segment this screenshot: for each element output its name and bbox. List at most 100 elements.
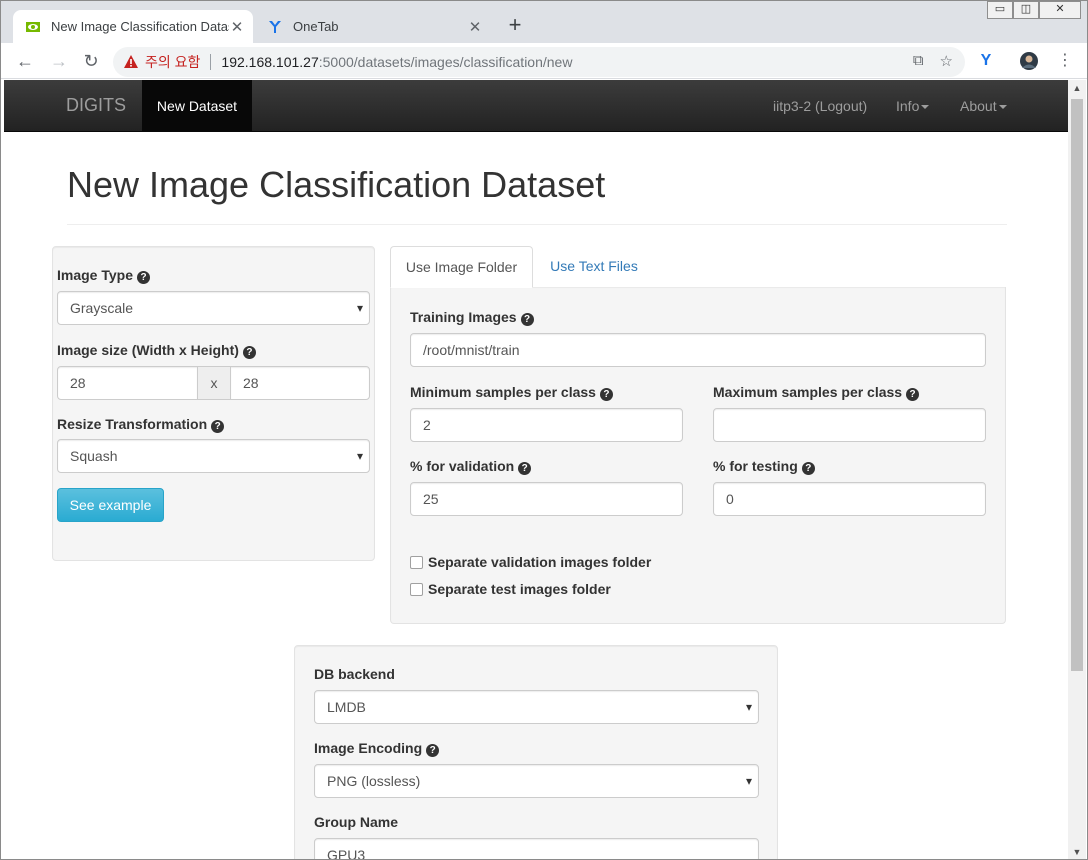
new-tab-button[interactable]: +: [503, 13, 527, 37]
app-navbar: DIGITS New Dataset iitp3-2 (Logout) Info…: [4, 80, 1068, 132]
testing-percent-input[interactable]: 0: [713, 482, 986, 516]
title-divider: [67, 224, 1007, 225]
training-images-label-text: Training Images: [410, 309, 517, 325]
page-title: New Image Classification Dataset: [67, 164, 606, 205]
min-samples-input[interactable]: 2: [410, 408, 683, 442]
help-icon[interactable]: ?: [242, 346, 256, 359]
tab-close-icon[interactable]: ✕: [229, 18, 245, 36]
help-icon[interactable]: ?: [426, 744, 440, 757]
address-bar[interactable]: 주의 요함 192.168.101.27:5000/datasets/image…: [113, 47, 965, 77]
group-name-label: Group Name: [314, 814, 399, 830]
bookmark-star-icon[interactable]: ☆: [940, 52, 953, 70]
nav-about-label: About: [960, 98, 997, 114]
validation-percent-input[interactable]: 25: [410, 482, 683, 516]
window-controls: ▭ ◫ ✕: [987, 1, 1081, 19]
url-host: 192.168.101.27: [221, 54, 319, 70]
separate-test-option[interactable]: Separate test images folder: [410, 581, 611, 597]
forward-icon[interactable]: →: [47, 49, 71, 73]
help-icon[interactable]: ?: [137, 271, 150, 284]
caret-down-icon: [921, 105, 930, 110]
min-samples-label: Minimum samples per class?: [410, 384, 613, 401]
browser-toolbar: ← → ↻ 주의 요함 192.168.101.27:5000/datasets…: [1, 43, 1087, 79]
image-width-input[interactable]: 28: [57, 366, 198, 400]
max-samples-label: Maximum samples per class?: [713, 384, 920, 401]
db-backend-label: DB backend: [314, 666, 395, 682]
help-icon[interactable]: ?: [906, 388, 920, 401]
restore-button[interactable]: ◫: [1013, 1, 1039, 19]
address-separator: [210, 54, 212, 70]
translate-icon[interactable]: ⧉: [913, 52, 924, 70]
separate-validation-checkbox[interactable]: [410, 555, 423, 569]
resize-label-text: Resize Transformation: [57, 416, 208, 432]
testing-label-text: % for testing: [713, 458, 798, 474]
image-encoding-select[interactable]: PNG (lossless): [314, 764, 759, 798]
nav-about-dropdown[interactable]: About: [960, 98, 1007, 114]
size-separator: x: [197, 366, 231, 400]
training-images-label: Training Images?: [410, 309, 534, 326]
close-window-button[interactable]: ✕: [1039, 1, 1081, 19]
help-icon[interactable]: ?: [211, 420, 225, 433]
max-samples-label-text: Maximum samples per class: [713, 384, 903, 400]
source-tabs: Use Image Folder Use Text Files: [390, 246, 1006, 288]
image-encoding-label: Image Encoding?: [314, 740, 440, 757]
nvidia-favicon-icon: [26, 21, 40, 32]
training-images-input[interactable]: /root/mnist/train: [410, 333, 986, 367]
tab-title: OneTab: [293, 19, 339, 34]
image-size-label: Image size (Width x Height)?: [57, 342, 256, 359]
nav-info-label: Info: [896, 98, 920, 114]
see-example-button[interactable]: See example: [57, 488, 164, 522]
tab-use-text-files[interactable]: Use Text Files: [538, 246, 650, 288]
onetab-extension-icon[interactable]: Y: [976, 51, 996, 71]
image-type-select[interactable]: Grayscale: [57, 291, 370, 325]
max-samples-input[interactable]: [713, 408, 986, 442]
separate-test-checkbox[interactable]: [410, 582, 423, 596]
db-backend-select[interactable]: LMDB: [314, 690, 759, 724]
help-icon[interactable]: ?: [520, 313, 534, 326]
avatar-icon: [1020, 52, 1038, 70]
menu-dots-icon[interactable]: ⋮: [1055, 51, 1075, 71]
brand-logo[interactable]: DIGITS: [66, 95, 126, 116]
separate-validation-option[interactable]: Separate validation images folder: [410, 554, 651, 570]
scroll-down-arrow-icon[interactable]: ▼: [1068, 844, 1086, 859]
reload-icon[interactable]: ↻: [79, 49, 103, 73]
resize-label: Resize Transformation?: [57, 416, 225, 433]
image-height-input[interactable]: 28: [230, 366, 370, 400]
profile-avatar[interactable]: [1019, 51, 1039, 71]
tab-onetab[interactable]: OneTab ✕: [255, 10, 491, 43]
nav-new-dataset[interactable]: New Dataset: [142, 80, 252, 132]
browser-window: New Image Classification Datase ✕ OneTab…: [0, 0, 1088, 860]
min-samples-label-text: Minimum samples per class: [410, 384, 596, 400]
warning-icon: [124, 55, 138, 68]
tab-new-dataset[interactable]: New Image Classification Datase ✕: [13, 10, 253, 43]
address-actions: ⧉ ☆: [913, 52, 953, 70]
image-encoding-label-text: Image Encoding: [314, 740, 423, 756]
page-scrollbar[interactable]: ▲ ▼: [1068, 80, 1086, 859]
url-path: :5000/datasets/images/classification/new: [318, 54, 573, 70]
separate-test-label: Separate test images folder: [428, 581, 611, 597]
onetab-favicon-icon: [269, 20, 281, 33]
image-type-label: Image Type?: [57, 267, 150, 284]
caret-down-icon: [998, 105, 1007, 110]
resize-select[interactable]: Squash: [57, 439, 370, 473]
scroll-up-arrow-icon[interactable]: ▲: [1068, 80, 1086, 97]
security-warning[interactable]: 주의 요함: [145, 52, 200, 72]
nav-info-dropdown[interactable]: Info: [896, 98, 930, 114]
page-viewport: DIGITS New Dataset iitp3-2 (Logout) Info…: [4, 80, 1068, 859]
help-icon[interactable]: ?: [801, 462, 815, 475]
image-size-label-text: Image size (Width x Height): [57, 342, 239, 358]
group-name-input[interactable]: GPU3: [314, 838, 759, 859]
separate-validation-label: Separate validation images folder: [428, 554, 652, 570]
tab-close-icon[interactable]: ✕: [467, 18, 483, 36]
help-icon[interactable]: ?: [599, 388, 613, 401]
validation-label-text: % for validation: [410, 458, 515, 474]
scrollbar-thumb[interactable]: [1071, 99, 1083, 671]
validation-label: % for validation?: [410, 458, 532, 475]
tab-use-image-folder[interactable]: Use Image Folder: [390, 246, 533, 288]
testing-label: % for testing?: [713, 458, 815, 475]
tab-title: New Image Classification Datase: [51, 19, 229, 34]
help-icon[interactable]: ?: [518, 462, 532, 475]
nav-user-logout[interactable]: iitp3-2 (Logout): [773, 98, 867, 114]
image-type-label-text: Image Type: [57, 267, 133, 283]
minimize-button[interactable]: ▭: [987, 1, 1013, 19]
back-icon[interactable]: ←: [13, 49, 37, 73]
